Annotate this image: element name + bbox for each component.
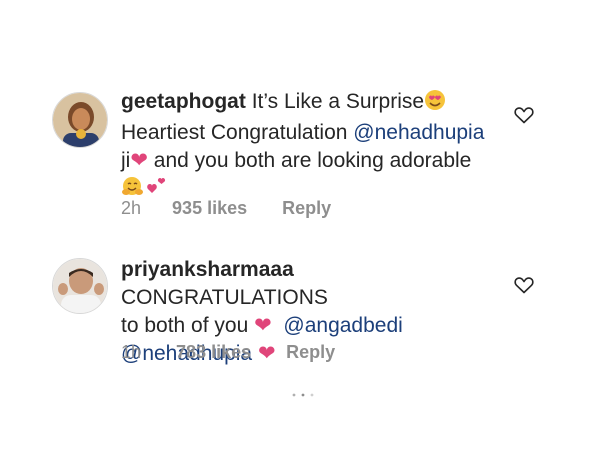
mention-link[interactable]: @nehadhupia bbox=[353, 121, 484, 144]
mention-link[interactable]: @angadbedi bbox=[283, 314, 402, 337]
heart-eyes-emoji-icon bbox=[424, 89, 446, 119]
comment-body: geetaphogat It’s Like a Surprise Heartie… bbox=[121, 88, 501, 218]
pink-heart-emoji-icon: ❤ bbox=[254, 314, 272, 337]
avatar[interactable] bbox=[52, 92, 108, 148]
comment-time: 2h bbox=[121, 198, 142, 218]
heart-outline-icon[interactable] bbox=[514, 106, 534, 129]
comment-likes-count[interactable]: 935 likes bbox=[172, 198, 247, 219]
pink-heart-emoji-icon: ❤ bbox=[130, 149, 148, 172]
comment-line1: CONGRATULATIONS bbox=[121, 286, 328, 309]
comment-line1: It’s Like a Surprise bbox=[251, 90, 425, 113]
comment-line2: Heartiest Congratulation bbox=[121, 121, 354, 144]
heart-outline-icon[interactable] bbox=[514, 276, 534, 299]
comment-text: geetaphogat It’s Like a Surprise Heartie… bbox=[121, 88, 501, 206]
comment-body: priyanksharmaaa CONGRATULATIONS to both … bbox=[121, 256, 501, 368]
reply-button[interactable]: Reply bbox=[282, 198, 331, 219]
reply-button[interactable]: Reply bbox=[286, 342, 335, 363]
comment-meta: 1h 783 likes Reply bbox=[121, 342, 335, 363]
loading-dots-icon bbox=[288, 386, 318, 404]
comment-meta: 2h 935 likes Reply bbox=[121, 198, 331, 219]
comment-likes-count[interactable]: 783 likes bbox=[176, 342, 251, 363]
avatar[interactable] bbox=[52, 258, 108, 314]
comment-time: 1h bbox=[121, 342, 142, 362]
comment-username[interactable]: priyanksharmaaa bbox=[121, 258, 294, 281]
comment-line2: to both of you bbox=[121, 314, 255, 337]
comment-line3-suffix: and you both are looking adorable bbox=[147, 149, 472, 172]
comment-username[interactable]: geetaphogat bbox=[121, 90, 246, 113]
comment-line3-prefix: ji bbox=[121, 149, 131, 172]
